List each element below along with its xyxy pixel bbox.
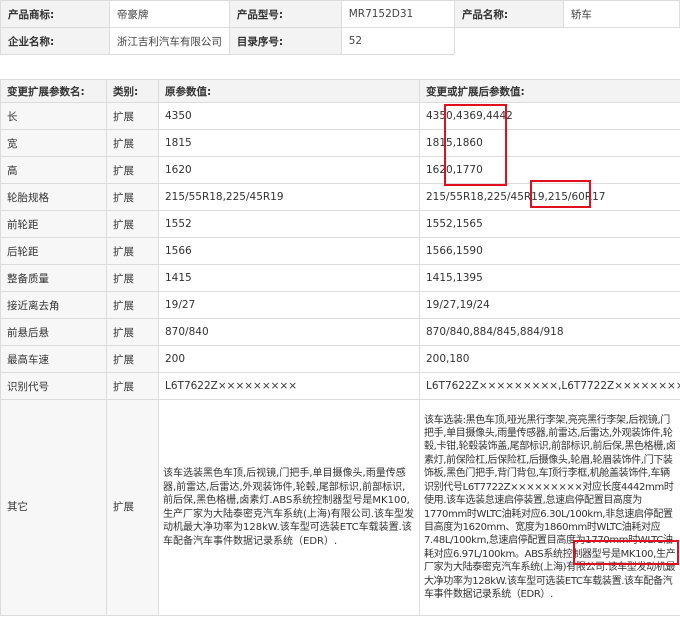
param-row: 轮胎规格 扩展 215/55R18,225/45R19 215/55R18,225/4… (0, 183, 680, 211)
param-new-value: 1620,1770 (419, 156, 680, 184)
param-row: 高扩展 1620 1620,1770 (0, 156, 680, 184)
param-name: 前轮距 (0, 210, 107, 238)
param-category: 扩展 (106, 264, 159, 292)
param-new-value: 1815,1860 (419, 129, 680, 157)
param-new-value: 215/55R18,225/45R19,215/60R17 (419, 183, 680, 211)
param-row: 前轮距 扩展 1552 1552,1565 (0, 210, 680, 238)
header-param-name: 变更扩展参数名: (0, 79, 107, 103)
param-new-value: 4350,4369,4442 (419, 102, 680, 130)
param-category: 扩展 (106, 129, 159, 157)
product-info-table: 产品商标: 帝豪牌 产品型号: MR7152D31 产品名称: 轿车 企业名称:… (0, 0, 680, 55)
param-name: 识别代号 (0, 372, 107, 400)
catalog-value: 52 (340, 27, 455, 55)
param-category: 扩展 (106, 102, 159, 130)
param-name: 轮胎规格 (0, 183, 107, 211)
param-new-value: 该车选装:黑色车顶,哑光黑行李架,亮亮黑行李架,后视镜,门把手,单目摄像头,雨量… (419, 399, 680, 616)
param-category: 扩展 (106, 183, 159, 211)
header-new-value: 变更或扩展后参数值: (419, 79, 680, 103)
param-new-value: 870/840,884/845,884/918 (419, 318, 680, 346)
param-name: 前悬后悬 (0, 318, 107, 346)
param-row: 识别代号 扩展 L6T7622Z××××××××× L6T7622Z×××××××××… (0, 372, 680, 400)
model-label: 产品型号: (228, 0, 342, 28)
param-name: 整备质量 (0, 264, 107, 292)
param-row: 宽扩展 1815 1815,1860 (0, 129, 680, 157)
param-header-row: 变更扩展参数名: 类别: 原参数值: 变更或扩展后参数值: (0, 79, 680, 103)
param-category: 扩展 (106, 291, 159, 319)
param-original-value: 1415 (158, 264, 420, 292)
brand-label: 产品商标: (0, 0, 110, 28)
param-row: 最高车速 扩展 200 200,180 (0, 345, 680, 373)
param-original-value: 1815 (158, 129, 420, 157)
param-new-value: 1415,1395 (419, 264, 680, 292)
param-original-value: 19/27 (158, 291, 420, 319)
param-change-table: 变更扩展参数名: 类别: 原参数值: 变更或扩展后参数值: 长扩展 4350 435… (0, 79, 680, 616)
header-category: 类别: (106, 79, 159, 103)
param-original-value: L6T7622Z××××××××× (158, 372, 420, 400)
model-value: MR7152D31 (340, 0, 455, 28)
company-label: 企业名称: (0, 27, 110, 55)
param-original-value: 1620 (158, 156, 420, 184)
param-category: 扩展 (106, 210, 159, 238)
param-name: 后轮距 (0, 237, 107, 265)
name-value: 轿车 (562, 0, 680, 28)
param-category: 扩展 (106, 345, 159, 373)
param-name: 最高车速 (0, 345, 107, 373)
param-row: 整备质量 扩展 1415 1415,1395 (0, 264, 680, 292)
param-name: 其它 (0, 399, 107, 616)
param-original-value: 4350 (158, 102, 420, 130)
param-new-value: 1552,1565 (419, 210, 680, 238)
param-original-value: 215/55R18,225/45R19 (158, 183, 420, 211)
param-row-other: 其它 扩展 该车选装黑色车顶,后视镜,门把手,单目摄像头,雨量传感器,前雷达,后… (0, 399, 680, 616)
param-category: 扩展 (106, 372, 159, 400)
param-category: 扩展 (106, 318, 159, 346)
param-new-value: 200,180 (419, 345, 680, 373)
param-category: 扩展 (106, 156, 159, 184)
param-new-value: L6T7622Z×××××××××,L6T7722Z××××××××× (419, 372, 680, 400)
param-row: 接近离去角 扩展 19/27 19/27,19/24 (0, 291, 680, 319)
info-row-2: 企业名称: 浙江吉利汽车有限公司 目录序号: 52 (0, 27, 680, 55)
param-name: 高 (0, 156, 107, 184)
param-name: 宽 (0, 129, 107, 157)
param-category: 扩展 (106, 237, 159, 265)
param-category: 扩展 (106, 399, 159, 616)
param-name: 长 (0, 102, 107, 130)
company-value: 浙江吉利汽车有限公司 (108, 27, 230, 55)
param-name: 接近离去角 (0, 291, 107, 319)
param-original-value: 1552 (158, 210, 420, 238)
param-new-value: 1566,1590 (419, 237, 680, 265)
param-original-value: 该车选装黑色车顶,后视镜,门把手,单目摄像头,雨量传感器,前雷达,后雷达,外观装… (158, 399, 420, 616)
param-original-value: 870/840 (158, 318, 420, 346)
param-original-value: 1566 (158, 237, 420, 265)
header-original-value: 原参数值: (158, 79, 420, 103)
param-row: 后轮距 扩展 1566 1566,1590 (0, 237, 680, 265)
catalog-label: 目录序号: (228, 27, 342, 55)
param-row: 前悬后悬 扩展 870/840 870/840,884/845,884/918 (0, 318, 680, 346)
param-original-value: 200 (158, 345, 420, 373)
param-row: 长扩展 4350 4350,4369,4442 (0, 102, 680, 130)
param-new-value: 19/27,19/24 (419, 291, 680, 319)
brand-value: 帝豪牌 (108, 0, 230, 28)
info-row-1: 产品商标: 帝豪牌 产品型号: MR7152D31 产品名称: 轿车 (0, 0, 680, 28)
name-label: 产品名称: (453, 0, 564, 28)
